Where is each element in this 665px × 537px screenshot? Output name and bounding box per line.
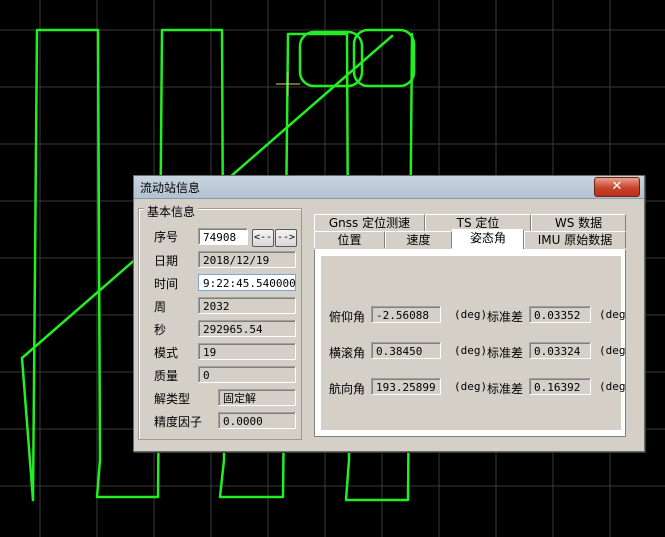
rover-info-dialog: 流动站信息 ✕ 基本信息 序号 74908 <-- --> 日期 2018/12… <box>133 175 645 452</box>
seconds-field[interactable]: 292965.54 <box>198 320 296 337</box>
tab-ws[interactable]: WS 数据 <box>531 214 626 231</box>
close-button[interactable]: ✕ <box>594 177 640 197</box>
tab-attitude[interactable]: 姿态角 <box>452 229 524 249</box>
time-field[interactable]: 9:22:45.540000 <box>198 274 296 291</box>
heading-label: 航向角 <box>329 382 366 396</box>
roll-std-label: 标准差 <box>487 346 524 360</box>
title-bar[interactable]: 流动站信息 ✕ <box>134 176 644 199</box>
heading-std-label: 标准差 <box>487 382 524 396</box>
window-title: 流动站信息 <box>140 181 201 195</box>
roll-value[interactable]: 0.38450 <box>371 342 441 359</box>
quality-field[interactable]: 0 <box>198 366 296 383</box>
heading-value[interactable]: 193.25899 <box>371 378 441 395</box>
heading-std-unit: (deg) <box>599 380 626 393</box>
roll-label: 横滚角 <box>329 346 366 360</box>
next-record-button[interactable]: --> <box>275 229 297 247</box>
tab-gnss[interactable]: Gnss 定位测速 <box>314 214 425 231</box>
week-label: 周 <box>154 300 167 314</box>
solution-type-label: 解类型 <box>154 392 191 406</box>
week-field[interactable]: 2032 <box>198 297 296 314</box>
tab-position[interactable]: 位置 <box>314 231 385 248</box>
pitch-std-value[interactable]: 0.03352 <box>529 306 591 323</box>
dop-field[interactable]: 0.0000 <box>218 412 296 429</box>
time-label: 时间 <box>154 277 179 291</box>
roll-std-value[interactable]: 0.03324 <box>529 342 591 359</box>
heading-std-value[interactable]: 0.16392 <box>529 378 591 395</box>
pitch-std-unit: (deg) <box>599 308 626 321</box>
seconds-label: 秒 <box>154 323 167 337</box>
quality-label: 质量 <box>154 369 179 383</box>
index-field[interactable]: 74908 <box>198 228 248 245</box>
roll-std-unit: (deg) <box>599 344 626 357</box>
pitch-std-label: 标准差 <box>487 310 524 324</box>
tab-imu-raw[interactable]: IMU 原始数据 <box>524 231 626 248</box>
tab-velocity[interactable]: 速度 <box>385 231 452 248</box>
close-icon: ✕ <box>611 179 623 194</box>
pitch-value[interactable]: -2.56088 <box>371 306 441 323</box>
date-field[interactable]: 2018/12/19 <box>198 251 296 268</box>
heading-unit: (deg) <box>454 380 488 393</box>
basic-info-title: 基本信息 <box>144 203 199 220</box>
pitch-unit: (deg) <box>454 308 488 321</box>
index-label: 序号 <box>154 230 179 244</box>
crosshair-cursor <box>276 72 300 96</box>
solution-type-field[interactable]: 固定解 <box>218 389 296 406</box>
pitch-label: 俯仰角 <box>329 310 366 324</box>
prev-record-button[interactable]: <-- <box>252 229 274 247</box>
mode-label: 模式 <box>154 346 179 360</box>
date-label: 日期 <box>154 254 179 268</box>
mode-field[interactable]: 19 <box>198 343 296 360</box>
dop-label: 精度因子 <box>154 415 203 429</box>
roll-unit: (deg) <box>454 344 488 357</box>
